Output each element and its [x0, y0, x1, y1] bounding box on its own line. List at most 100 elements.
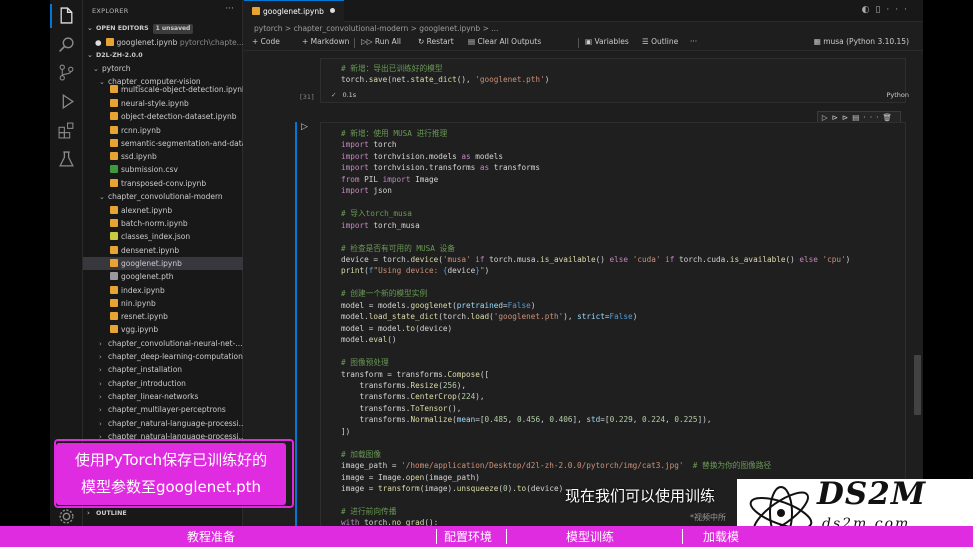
unsaved-dot-icon[interactable] [329, 8, 335, 13]
chevron-right-icon: › [99, 380, 102, 388]
open-editors-section[interactable]: ⌄ OPEN EDITORS 1 unsaved [83, 22, 243, 35]
circle-icon[interactable]: ◐ [862, 5, 876, 15]
file-item[interactable]: index.ipynb [83, 284, 243, 297]
file-item[interactable]: vgg.ipynb [83, 323, 243, 336]
extensions-icon[interactable] [58, 122, 75, 139]
split-cell-icon[interactable]: ▤ [852, 113, 863, 122]
chapter-item[interactable]: 教程准备 [187, 528, 235, 545]
callout-line-1: 使用PyTorch保存已训练好的 [74, 451, 268, 469]
file-label: object-detection-dataset.ipynb [121, 112, 237, 121]
unsaved-dot-icon: ● [95, 38, 102, 47]
file-item[interactable]: object-detection-dataset.ipynb [83, 110, 243, 123]
run-by-line-icon[interactable]: ▷ [822, 113, 832, 122]
file-item[interactable]: rcnn.ipynb [83, 124, 243, 137]
tab-bar: googlenet.ipynb ◐▯··· [244, 0, 923, 22]
tab-label: googlenet.ipynb [263, 7, 324, 16]
variables-button[interactable]: ▣ Variables [585, 37, 629, 46]
file-label: vgg.ipynb [121, 325, 159, 334]
file-item[interactable]: submission.csv [83, 163, 243, 176]
kernel-picker[interactable]: ▦ musa (Python 3.10.15) [814, 37, 909, 46]
folder-item[interactable]: › chapter_introduction [83, 377, 243, 390]
testing-flask-icon[interactable] [58, 151, 75, 168]
outline-section[interactable]: › OUTLINE [83, 507, 243, 520]
folder-item[interactable]: › chapter_deep-learning-computation [83, 350, 243, 363]
tab-googlenet[interactable]: googlenet.ipynb [244, 0, 344, 22]
variables-label: Variables [594, 37, 629, 46]
add-markdown-button[interactable]: + Markdown [302, 37, 349, 46]
file-item[interactable]: alexnet.ipynb [83, 204, 243, 217]
callout-line-2: 模型参数至googlenet.pth [80, 478, 262, 496]
file-item-selected[interactable]: googlenet.ipynb [83, 257, 243, 270]
folder-item[interactable]: › chapter_linear-networks [83, 390, 243, 403]
notebook-icon [110, 312, 118, 320]
more-icon[interactable]: ··· [886, 5, 913, 15]
run-all-button[interactable]: ▷▷ Run All [361, 37, 401, 46]
file-item[interactable]: semantic-segmentation-and-data-... [83, 137, 243, 150]
execute-below-icon[interactable]: ⊳ [842, 113, 852, 122]
search-icon[interactable] [58, 36, 75, 53]
settings-gear-icon[interactable] [58, 508, 75, 525]
more-actions-icon[interactable]: ··· [690, 37, 697, 46]
folder-item[interactable]: › chapter_installation [83, 363, 243, 376]
chapter-item[interactable]: 加载模 [703, 528, 739, 545]
more-actions-icon[interactable]: ··· [225, 4, 234, 14]
chapter-divider [436, 529, 437, 544]
file-item[interactable]: nin.ipynb [83, 297, 243, 310]
file-label: multiscale-object-detection.ipynb [121, 85, 243, 94]
execute-above-icon[interactable]: ⊳ [832, 113, 842, 122]
folder-item[interactable]: › chapter_convolutional-neural-net-... [83, 337, 243, 350]
run-cell-button[interactable]: ▷ [301, 122, 308, 132]
watermark-logo-text: DS2M [817, 476, 927, 512]
notebook-icon [110, 206, 118, 214]
run-debug-icon[interactable] [58, 93, 75, 110]
chevron-right-icon: › [99, 366, 102, 374]
run-all-icon: ▷▷ [361, 37, 375, 46]
file-item[interactable]: batch-norm.ipynb [83, 217, 243, 230]
vertical-scrollbar[interactable] [914, 355, 921, 415]
file-item[interactable]: googlenet.pth [83, 270, 243, 283]
cell-status: ✓ 0.1s [331, 91, 356, 99]
notebook-icon [110, 179, 118, 187]
workspace-root[interactable]: ⌄ D2L-ZH-2.0.0 [83, 49, 243, 62]
source-control-icon[interactable] [58, 64, 75, 81]
folder-item[interactable]: › chapter_multilayer-perceptrons [83, 403, 243, 416]
breadcrumb[interactable]: pytorch > chapter_convolutional-modern >… [254, 24, 498, 33]
notebook-icon [110, 299, 118, 307]
outline-icon: ☰ [642, 37, 652, 46]
add-code-button[interactable]: + Code [252, 37, 280, 46]
folder-pytorch[interactable]: ⌄ pytorch [83, 62, 243, 75]
chapter-item[interactable]: 配置环境 [444, 528, 492, 545]
clear-outputs-button[interactable]: ▤ Clear All Outputs [468, 37, 541, 46]
file-item[interactable]: densenet.ipynb [83, 244, 243, 257]
outline-button[interactable]: ☰ Outline [642, 37, 678, 46]
code-cell-1[interactable]: # 新增：导出已训练好的模型 torch.save(net.state_dict… [320, 58, 906, 103]
active-indicator [50, 4, 52, 28]
file-item[interactable]: resnet.ipynb [83, 310, 243, 323]
cell-1-code[interactable]: # 新增：导出已训练好的模型 torch.save(net.state_dict… [341, 63, 549, 86]
notebook-icon [110, 219, 118, 227]
files-icon[interactable] [58, 7, 75, 24]
chapter-item[interactable]: 模型训练 [566, 528, 614, 545]
notebook-icon [110, 246, 118, 254]
kernel-icon: ▦ [813, 37, 824, 46]
folder-label: chapter_convolutional-neural-net-... [108, 339, 243, 348]
file-item[interactable]: ssd.ipynb [83, 150, 243, 163]
file-item[interactable]: transposed-conv.ipynb [83, 177, 243, 190]
cell-language[interactable]: Python [886, 91, 909, 99]
notebook-icon [252, 7, 260, 15]
file-item[interactable]: multiscale-object-detection.ipynb [83, 84, 243, 95]
folder-convolutional-modern[interactable]: ⌄ chapter_convolutional-modern [83, 190, 243, 203]
chevron-down-icon: ⌄ [87, 51, 93, 59]
file-item[interactable]: neural-style.ipynb [83, 97, 243, 110]
file-label: batch-norm.ipynb [121, 219, 188, 228]
restart-button[interactable]: ↻ Restart [418, 37, 454, 46]
folder-item[interactable]: › chapter_natural-language-processi... [83, 417, 243, 430]
cell-2-code[interactable]: # 新增：使用 MUSA 进行推理 import torch import to… [341, 128, 850, 529]
split-editor-icon[interactable]: ▯ [875, 5, 886, 15]
more-icon[interactable]: ··· [863, 113, 882, 122]
outline-label: OUTLINE [96, 510, 127, 517]
file-icon [110, 272, 118, 280]
delete-icon[interactable]: 🗑 [882, 113, 896, 122]
file-item[interactable]: classes_index.json [83, 230, 243, 243]
open-editor-item[interactable]: ● googlenet.ipynb pytorch\chapte... [83, 36, 243, 49]
